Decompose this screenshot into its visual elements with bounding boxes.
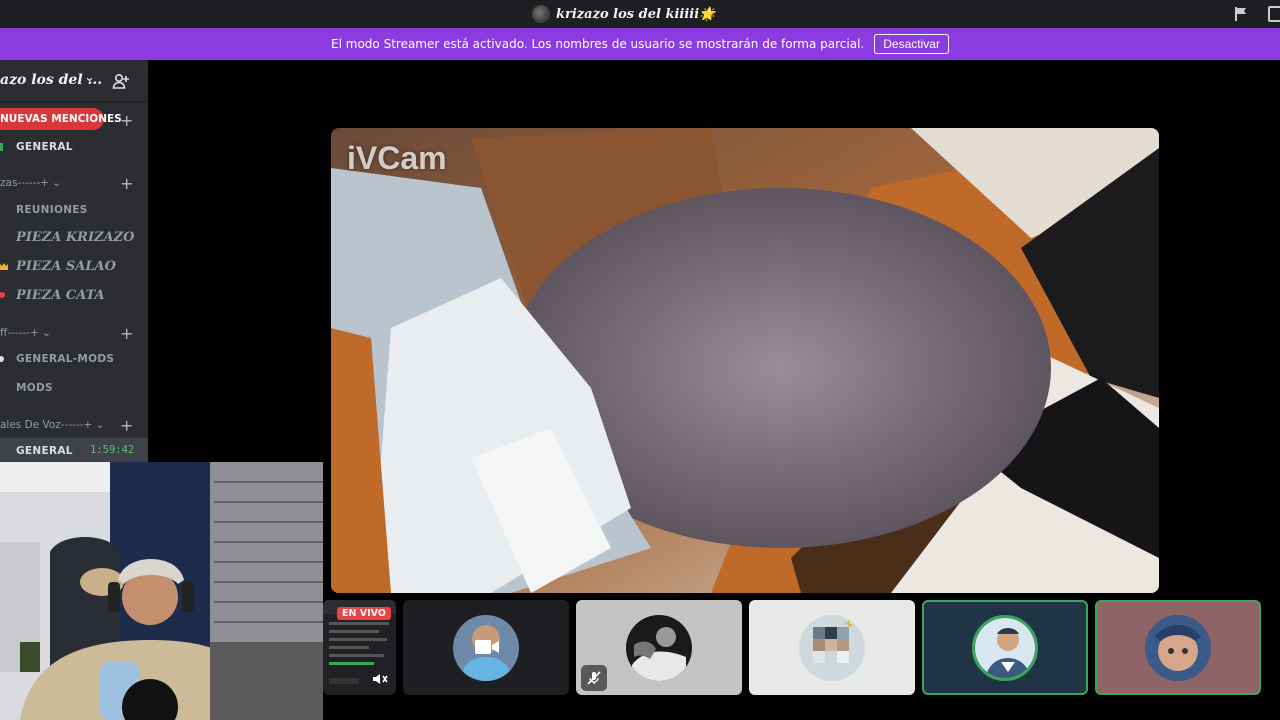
channel-icon — [0, 232, 8, 242]
channel-sidebar: azo los del ... ⌄ NUEVAS MENCIONES + GEN… — [0, 60, 148, 462]
channel-label: PIEZA SALAO — [16, 258, 116, 274]
add-channel-icon[interactable]: + — [120, 418, 133, 434]
participant-tile-6-speaking[interactable] — [1095, 600, 1261, 695]
channel-mods[interactable]: MODS — [0, 375, 148, 401]
new-mentions-pill[interactable]: NUEVAS MENCIONES — [0, 108, 122, 130]
window-title: krizazo los del kiiiii🌟 — [556, 6, 716, 22]
channel-icon — [0, 383, 8, 393]
participant-avatar — [799, 614, 865, 681]
channel-pieza-salao[interactable]: PIEZA SALAO — [0, 253, 148, 279]
mic-muted-icon — [587, 671, 601, 685]
add-channel-icon[interactable]: + — [120, 326, 133, 342]
category-header[interactable]: zas------+ ⌄ — [0, 177, 61, 189]
inbox-icon[interactable] — [1268, 6, 1280, 22]
channel-general[interactable]: GENERAL — [0, 134, 148, 160]
voice-timer: 1:59:42 — [90, 444, 135, 456]
add-user-icon[interactable] — [112, 72, 130, 90]
participant-tile-5-speaking[interactable] — [922, 600, 1088, 695]
speaker-muted-icon[interactable] — [371, 670, 389, 688]
channel-pieza-cata[interactable]: PIEZA CATA — [0, 282, 148, 308]
channel-label: PIEZA CATA — [16, 287, 105, 303]
category-header[interactable]: ales De Voz------+ ⌄ — [0, 419, 104, 431]
channel-icon — [0, 356, 4, 362]
window-titlebar: krizazo los del kiiiii🌟 — [0, 0, 1280, 28]
stage-video[interactable]: iVCam — [331, 128, 1159, 593]
participant-tile-4[interactable] — [749, 600, 915, 695]
channel-label: PIEZA KRIZAZO — [16, 229, 135, 245]
voice-channel-general[interactable]: GENERAL 1:59:42 — [0, 438, 148, 462]
participant-avatar — [626, 614, 692, 681]
crown-icon — [0, 263, 8, 270]
channel-label: REUNIONES — [16, 204, 88, 216]
channel-label: GENERAL — [16, 445, 73, 457]
category-header[interactable]: ff------+ ⌄ — [0, 327, 51, 339]
video-camera-icon — [475, 640, 499, 654]
chevron-down-icon[interactable]: ⌄ — [84, 70, 95, 85]
camera-feed-image — [331, 128, 1159, 593]
server-avatar-icon — [532, 5, 550, 23]
participant-avatar — [1145, 614, 1211, 681]
server-header[interactable]: azo los del ... ⌄ — [0, 60, 148, 102]
streamer-webcam-overlay — [0, 462, 323, 720]
add-channel-icon[interactable]: + — [120, 113, 133, 129]
channel-pieza-krizazo[interactable]: PIEZA KRIZAZO — [0, 224, 148, 250]
channel-icon — [0, 143, 3, 151]
webcam-image — [0, 462, 323, 720]
channel-general-mods[interactable]: GENERAL-MODS — [0, 346, 148, 372]
speaker-icon — [0, 446, 8, 456]
streamer-mode-message: El modo Streamer está activado. Los nomb… — [331, 37, 865, 51]
channel-label: GENERAL — [16, 141, 73, 153]
channel-reuniones[interactable]: REUNIONES — [0, 197, 148, 223]
ivcam-watermark: iVCam — [347, 140, 447, 176]
live-badge: EN VIVO — [337, 607, 391, 620]
participant-tile-stream[interactable]: EN VIVO — [323, 600, 396, 695]
title-group: krizazo los del kiiiii🌟 — [532, 5, 715, 23]
heart-icon — [0, 292, 5, 298]
participant-avatar — [972, 614, 1038, 681]
flag-icon[interactable] — [1233, 6, 1249, 22]
channel-icon — [0, 205, 8, 215]
participant-tile-2[interactable] — [403, 600, 569, 695]
mic-muted-badge — [581, 665, 607, 691]
channel-label: GENERAL-MODS — [16, 353, 115, 365]
streamer-mode-banner: El modo Streamer está activado. Los nomb… — [0, 28, 1280, 60]
channel-label: MODS — [16, 382, 53, 394]
deactivate-button[interactable]: Desactivar — [874, 34, 949, 54]
add-channel-icon[interactable]: + — [120, 176, 133, 192]
participant-tile-3[interactable] — [576, 600, 742, 695]
